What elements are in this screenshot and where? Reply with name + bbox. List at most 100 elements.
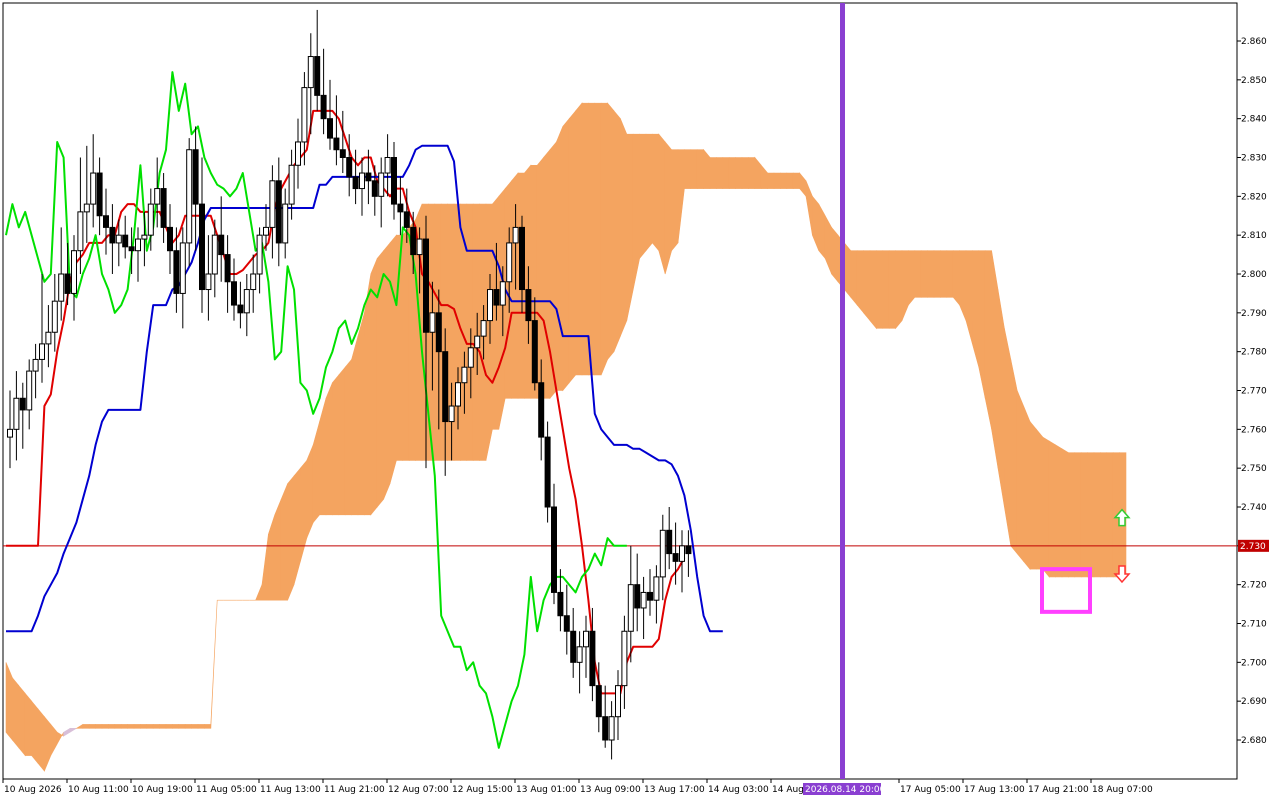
kumo-bull-segment (511, 172, 519, 399)
candle-body-bear (391, 157, 397, 205)
kumo-bull-segment (780, 172, 788, 189)
candle-body-bull (26, 370, 33, 411)
kumo-bull-segment (1061, 448, 1069, 578)
kumo-bull-segment (997, 289, 1005, 508)
kumo-bull-segment (869, 250, 877, 330)
kumo-bull-segment (146, 724, 154, 729)
kumo-bull-segment (1074, 452, 1082, 578)
x-tick-label: 13 Aug 01:00 (516, 785, 577, 795)
candle-body-bear (327, 118, 333, 139)
kumo-bull-segment (613, 110, 621, 352)
candle-body-bear (160, 188, 167, 228)
kumo-bull-segment (197, 724, 205, 729)
kumo-bull-segment (850, 250, 858, 306)
candle-body-bear (570, 630, 577, 663)
y-tick-label: 2.830 (1241, 154, 1267, 164)
kumo-bull-segment (856, 250, 864, 314)
kumo-bull-segment (82, 724, 90, 729)
kumo-bull-segment (1004, 328, 1012, 546)
kumo-bull-segment (152, 724, 160, 729)
kumo-bull-segment (1055, 444, 1063, 578)
candle-body-bull (679, 545, 685, 562)
candle-body-bull (288, 164, 295, 205)
candle-body-bear (589, 630, 596, 687)
kumo-bull-segment (716, 157, 724, 189)
kumo-bull-segment (1068, 452, 1076, 578)
candle-body-bear (333, 137, 340, 151)
y-tick-label: 2.790 (1241, 309, 1267, 319)
candle-body-bear (647, 591, 653, 601)
kumo-bull-segment (1016, 390, 1024, 563)
candle-body-bull (135, 238, 141, 252)
candle-body-bear (397, 203, 404, 213)
candle-body-bull (416, 238, 423, 256)
kumo-bull-segment (652, 133, 660, 252)
candle-body-bull (115, 234, 122, 244)
kumo-bull-segment (690, 149, 698, 189)
candle-body-bull (141, 234, 148, 240)
candle-body-bear (519, 226, 525, 291)
kumo-bull-segment (1100, 452, 1108, 578)
y-tick-label: 2.750 (1241, 464, 1267, 474)
y-tick-label: 2.810 (1241, 231, 1267, 241)
kumo-bull-segment (946, 250, 954, 298)
x-tick-label: 10 Aug 2026 (4, 785, 62, 795)
candle-body-bull (429, 312, 436, 333)
kumo-bull-segment (101, 724, 109, 729)
kumo-bull-segment (620, 118, 628, 337)
kumo-bull-segment (140, 724, 148, 729)
kumo-bull-segment (940, 250, 948, 298)
candle-body-bull (71, 250, 77, 294)
kumo-bull-segment (37, 708, 45, 772)
kumo-bull-segment (664, 141, 672, 275)
kumo-bull-segment (184, 724, 192, 729)
x-tick-label: 11 Aug 05:00 (196, 785, 257, 795)
kumo-bull-segment (735, 157, 743, 189)
candle-body-bear (666, 529, 673, 555)
y-tick-label: 2.720 (1241, 581, 1267, 591)
kumo-bull-segment (165, 724, 173, 729)
y-tick-label: 2.700 (1241, 658, 1267, 668)
kumo-bull-segment (792, 172, 800, 189)
candle-body-bull (13, 397, 20, 430)
candle-body-bull (51, 300, 58, 333)
kumo-bull-segment (786, 172, 794, 189)
kumo-bull-segment (908, 250, 916, 306)
kumo-bull-segment (31, 700, 39, 765)
candle-body-bull (243, 289, 250, 314)
kumo-bull-segment (556, 126, 564, 391)
candle-body-bear (403, 211, 410, 228)
candle-body-bear (275, 180, 282, 244)
x-tick-label: 10 Aug 11:00 (68, 785, 129, 795)
kumo-bull-segment (402, 226, 410, 461)
candle-body-bull (90, 172, 97, 205)
kumo-bull-segment (1010, 359, 1018, 555)
candle-body-bear (339, 149, 346, 159)
kumo-bull-segment (1087, 452, 1095, 578)
kumo-bull-segment (108, 724, 116, 729)
candle-body-bear (544, 436, 551, 508)
candle-body-bear (551, 506, 557, 593)
y-tick-label: 2.680 (1241, 736, 1267, 746)
kumo-bull-segment (876, 250, 884, 329)
y-tick-label: 2.840 (1241, 115, 1267, 125)
kumo-bull-segment (568, 110, 576, 384)
chart-area[interactable]: 2.860 2.850 2.840 2.830 2.820 2.810 2.800 2.790… (0, 0, 1280, 800)
kumo-bull-segment (280, 483, 288, 601)
x-tick-label: 17 Aug 13:00 (964, 785, 1025, 795)
candle-body-bear (346, 157, 353, 178)
y-tick-label: 2.710 (1241, 620, 1267, 630)
kumo-bull-segment (536, 156, 544, 399)
kumo-bull-segment (287, 475, 295, 601)
kumo-bull-segment (1080, 452, 1088, 578)
kumo-bull-segment (831, 226, 839, 283)
y-tick-label: 2.780 (1241, 348, 1267, 358)
candle-body-bull (7, 428, 13, 438)
kumo-bull-segment (159, 724, 167, 729)
kumo-bull-segment (351, 336, 359, 516)
candle-body-bull (205, 273, 212, 291)
ichimoku-chart[interactable]: 2.860 2.850 2.840 2.830 2.820 2.810 2.800 2.790… (0, 0, 1280, 800)
kumo-bull-segment (709, 157, 717, 189)
kumo-bull-segment (920, 250, 928, 298)
candle-body-bear (128, 246, 135, 252)
